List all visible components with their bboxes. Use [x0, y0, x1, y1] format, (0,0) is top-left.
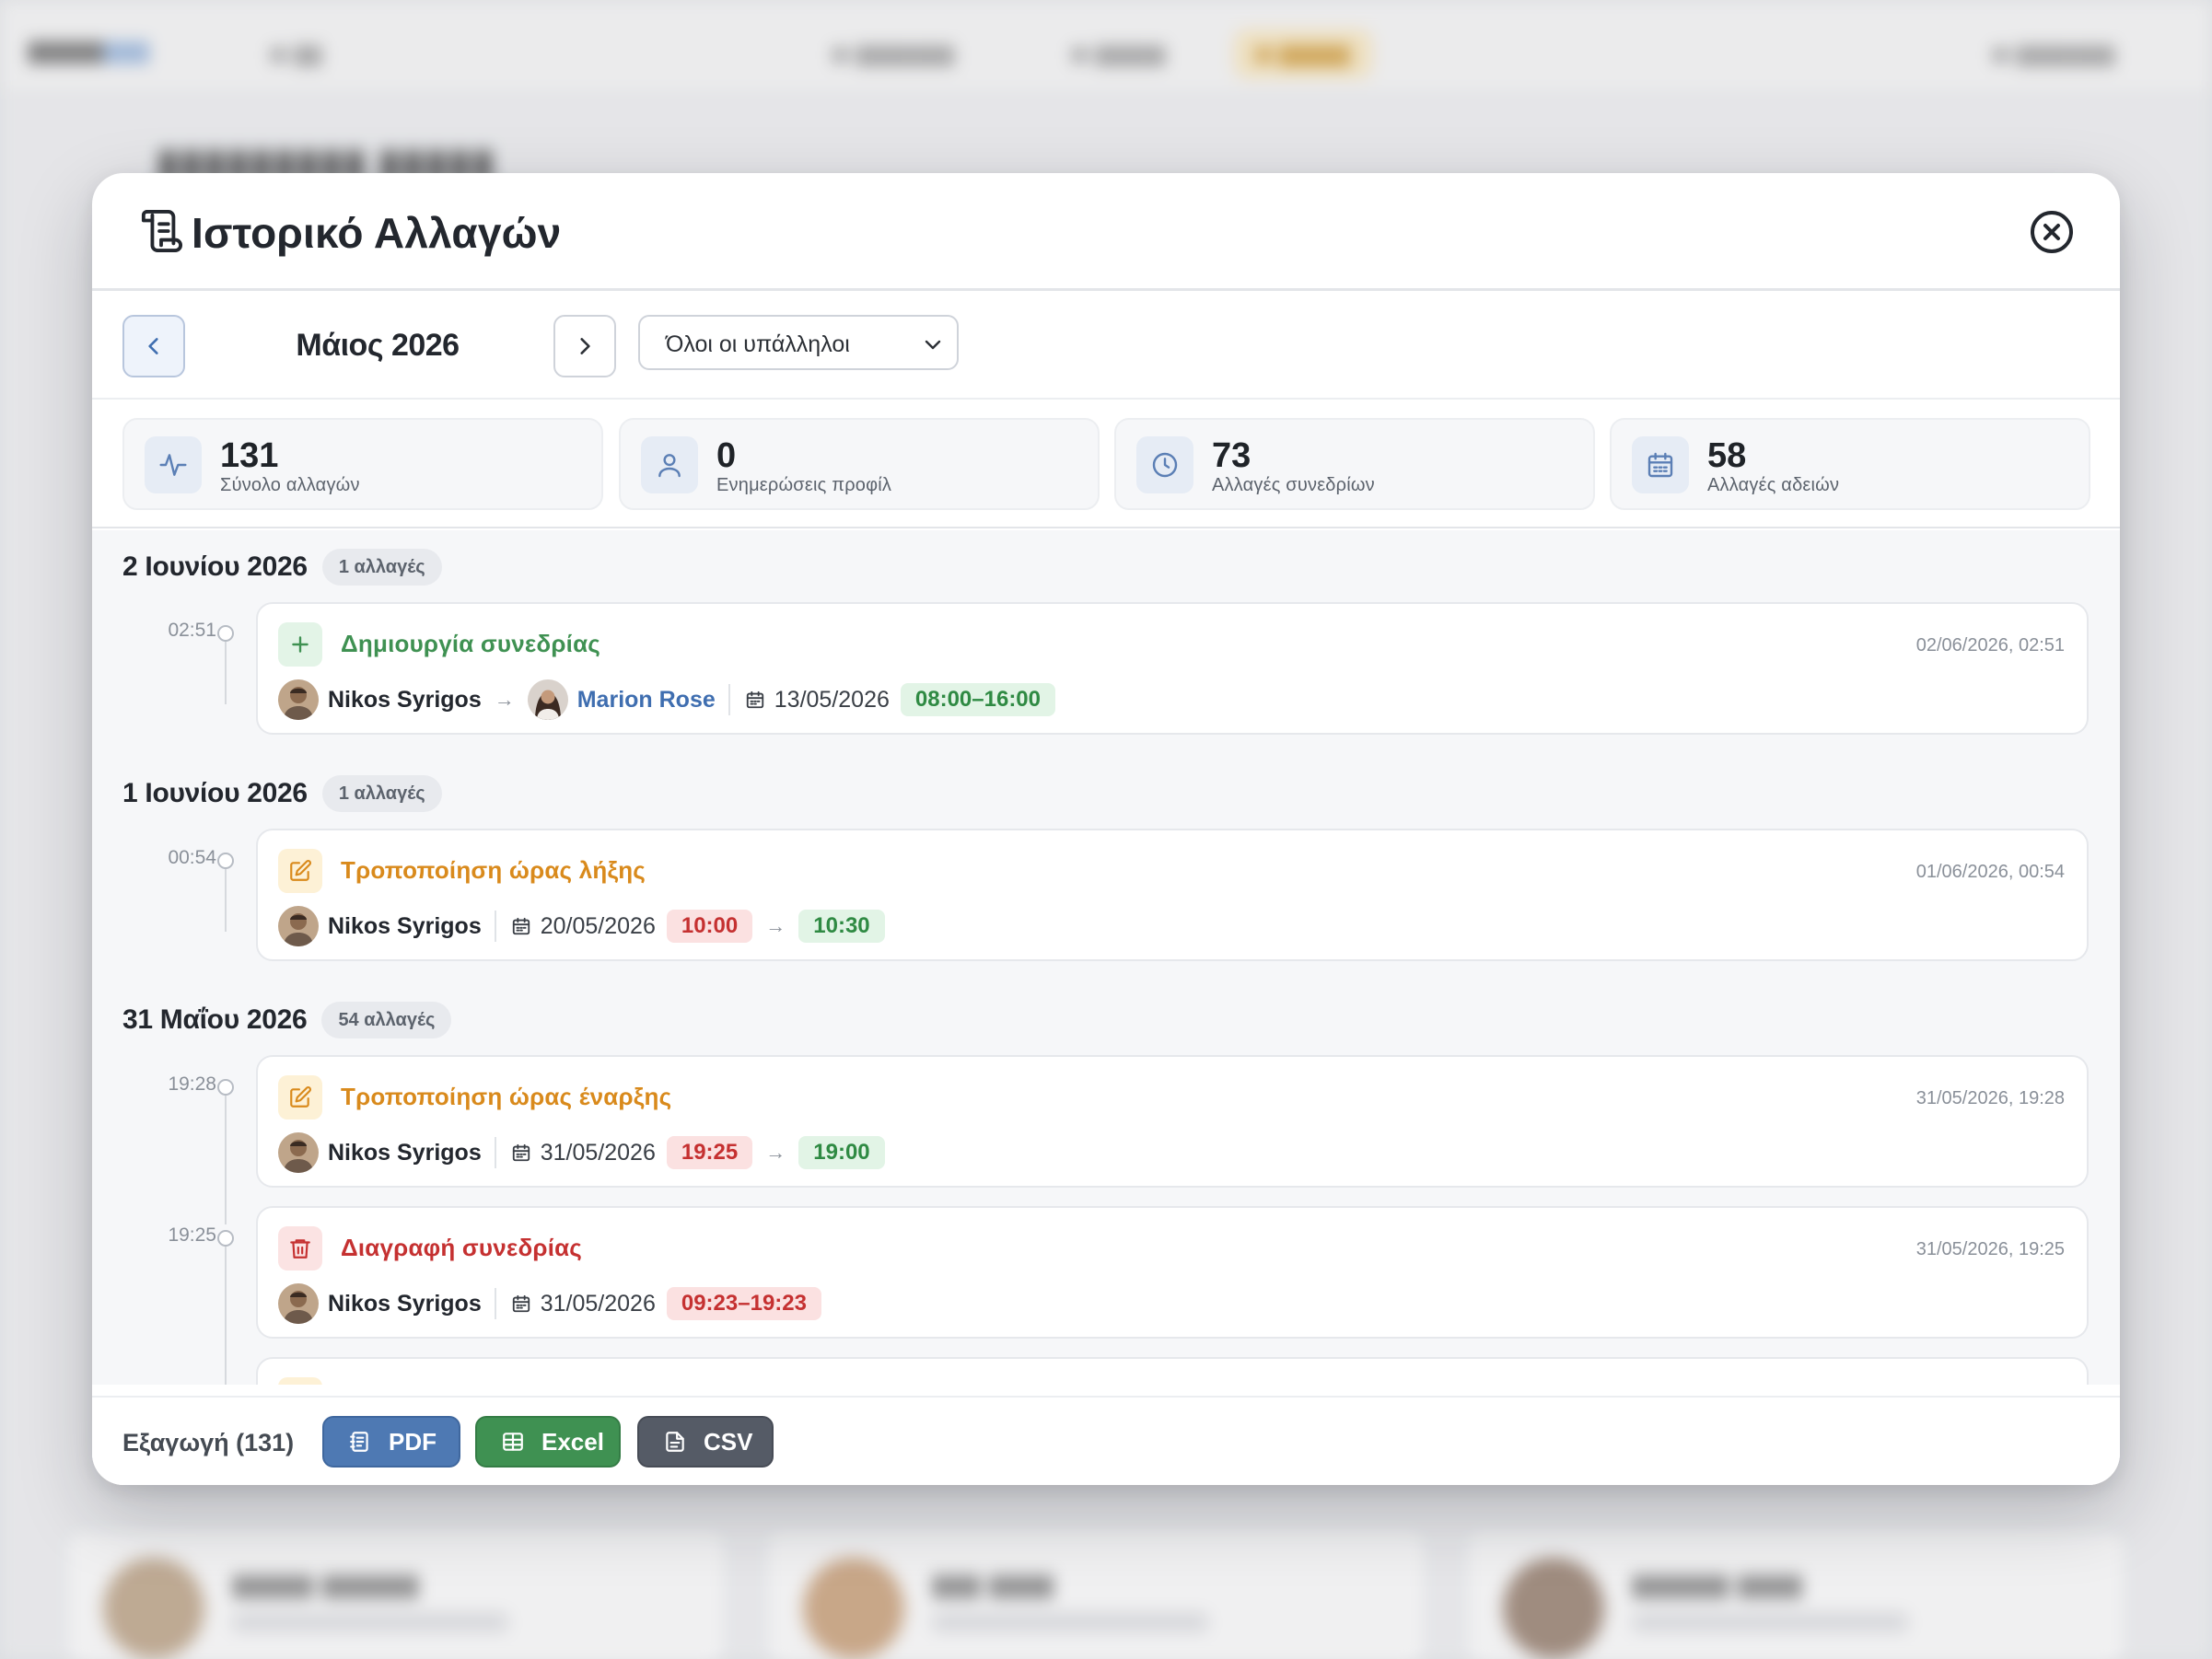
- history-entry[interactable]: Δημιουργία συνεδρίας 02/06/2026, 02:51 N…: [256, 602, 2089, 735]
- entry-timestamp: 31/05/2026, 19:25: [1915, 1239, 2065, 1259]
- calendar-icon: [512, 1143, 530, 1162]
- day-header: 1 Ιουνίου 2026 1 αλλαγές: [122, 775, 442, 812]
- old-time-value: 10:00: [666, 910, 753, 943]
- new-time-value: 10:30: [798, 910, 885, 943]
- separator: [494, 1137, 496, 1168]
- clock-icon: [1152, 452, 1178, 478]
- history-entry[interactable]: Διαγραφή συνεδρίας 31/05/2026, 19:25 Nik…: [256, 1206, 2089, 1339]
- old-time-value: 19:25: [666, 1136, 753, 1169]
- file-text-icon: [666, 1432, 684, 1452]
- close-button[interactable]: [2030, 210, 2074, 254]
- arrow-right-icon: →: [765, 1141, 786, 1164]
- scroll-icon: [141, 210, 182, 253]
- change-history-modal: Ιστορικό Αλλαγών Μάιος 2026 Όλοι οι υπάλ…: [92, 173, 2120, 1485]
- stat-leave-changes: 58 Αλλαγές αδειών: [1610, 418, 2090, 510]
- calendar-icon: [512, 1294, 530, 1313]
- next-month-button[interactable]: [553, 315, 616, 377]
- entry-title: Διαγραφή συνεδρίας: [341, 1234, 583, 1261]
- entry-title: Τροποποίηση ώρας λήξης: [341, 856, 646, 884]
- plus-icon: [292, 636, 309, 653]
- entry-time: 19:28: [168, 1073, 216, 1095]
- timeline-line: [225, 869, 227, 932]
- chevron-down-icon: [925, 340, 941, 350]
- separator: [494, 911, 496, 942]
- avatar: [278, 906, 319, 946]
- timeline-dot: [217, 1079, 234, 1096]
- entry-time: 19:25: [168, 1224, 216, 1246]
- employee-filter-select[interactable]: Όλοι οι υπάλληλοι: [638, 315, 959, 370]
- employee-filter-value: Όλοι οι υπάλληλοι: [666, 331, 850, 357]
- entry-timestamp: 01/06/2026, 00:54: [1915, 862, 2065, 882]
- chevron-left-icon: [148, 338, 158, 354]
- pdf-file-icon: [350, 1432, 368, 1452]
- entry-timestamp: 31/05/2026, 19:28: [1915, 1088, 2065, 1108]
- stats-row: 131 Σύνολο αλλαγών 0 Ενημερώσεις προφίλ …: [92, 401, 2120, 528]
- modal-title: Ιστορικό Αλλαγών: [192, 209, 562, 257]
- timeline-dot: [217, 853, 234, 869]
- separator: [728, 684, 730, 715]
- change-history-list[interactable]: 2 Ιουνίου 2026 1 αλλαγές 02:51 Δημιουργί…: [92, 530, 2120, 1385]
- change-count-badge: 54 αλλαγές: [321, 1002, 452, 1038]
- change-count-badge: 1 αλλαγές: [321, 549, 442, 586]
- current-month-label: Μάιος 2026: [296, 328, 460, 363]
- session-date: 31/05/2026: [540, 1139, 656, 1166]
- export-label: Εξαγωγή (131): [122, 1429, 295, 1456]
- day-header: 31 Μαΐου 2026 54 αλλαγές: [122, 1002, 452, 1038]
- session-date: 13/05/2026: [774, 686, 890, 713]
- entry-title: Δημιουργία συνεδρίας: [341, 630, 600, 657]
- month-toolbar: Μάιος 2026 Όλοι οι υπάλληλοι: [92, 291, 2120, 400]
- timeline-line: [225, 1247, 227, 1385]
- actor-name: Nikos Syrigos: [328, 912, 482, 939]
- session-date: 31/05/2026: [540, 1290, 656, 1317]
- previous-month-button[interactable]: [122, 315, 185, 377]
- timeline-dot: [217, 625, 234, 642]
- arrow-right-icon: →: [765, 914, 786, 937]
- actor-name: Nikos Syrigos: [328, 686, 482, 713]
- entry-timestamp: 02/06/2026, 02:51: [1915, 635, 2065, 655]
- avatar: [278, 1283, 319, 1324]
- history-entry[interactable]: Τροποποίηση ώρας λήξης 01/06/2026, 00:54…: [256, 829, 2089, 961]
- history-entry[interactable]: Τροποποίηση ώρας έναρξης 31/05/2026, 19:…: [256, 1055, 2089, 1188]
- modal-header: Ιστορικό Αλλαγών: [92, 173, 2120, 291]
- trash-icon: [290, 1239, 310, 1259]
- table-icon: [503, 1433, 523, 1451]
- deleted-session-range: 09:23–19:23: [666, 1287, 821, 1320]
- actor-name: Nikos Syrigos: [328, 1139, 482, 1166]
- separator: [494, 1288, 496, 1319]
- target-employee-name: Marion Rose: [576, 686, 716, 713]
- avatar: [278, 679, 319, 720]
- user-icon: [658, 454, 681, 478]
- stat-profile-updates: 0 Ενημερώσεις προφίλ: [619, 418, 1100, 510]
- day-header: 2 Ιουνίου 2026 1 αλλαγές: [122, 549, 442, 586]
- calendar-icon: [1647, 452, 1673, 478]
- stat-total-changes: 131 Σύνολο αλλαγών: [122, 418, 603, 510]
- calendar-icon: [746, 690, 763, 709]
- avatar: [527, 679, 568, 720]
- change-count-badge: 1 αλλαγές: [321, 775, 442, 812]
- history-entry[interactable]: [256, 1357, 2089, 1385]
- entry-time: 02:51: [168, 620, 216, 641]
- edit-icon: [290, 1086, 311, 1108]
- entry-time: 00:54: [168, 847, 216, 868]
- export-csv-button[interactable]: CSV: [637, 1416, 774, 1468]
- timeline-line: [225, 642, 227, 704]
- modal-footer: Εξαγωγή (131) PDF Excel CSV: [92, 1396, 2120, 1485]
- export-excel-button[interactable]: Excel: [475, 1416, 621, 1468]
- export-pdf-button[interactable]: PDF: [322, 1416, 460, 1468]
- calendar-icon: [512, 917, 530, 935]
- session-date: 20/05/2026: [540, 912, 656, 939]
- avatar: [278, 1132, 319, 1173]
- entry-title: Τροποποίηση ώρας έναρξης: [341, 1083, 672, 1110]
- session-time-range: 08:00–16:00: [900, 683, 1056, 716]
- chevron-right-icon: [580, 338, 590, 354]
- timeline-line: [225, 1096, 227, 1224]
- new-time-value: 19:00: [798, 1136, 885, 1169]
- stat-session-changes: 73 Αλλαγές συνεδρίων: [1114, 418, 1595, 510]
- actor-name: Nikos Syrigos: [328, 1290, 482, 1317]
- arrow-right-icon: →: [494, 688, 515, 711]
- activity-icon: [159, 454, 187, 476]
- timeline-dot: [217, 1230, 234, 1247]
- edit-icon: [290, 860, 311, 881]
